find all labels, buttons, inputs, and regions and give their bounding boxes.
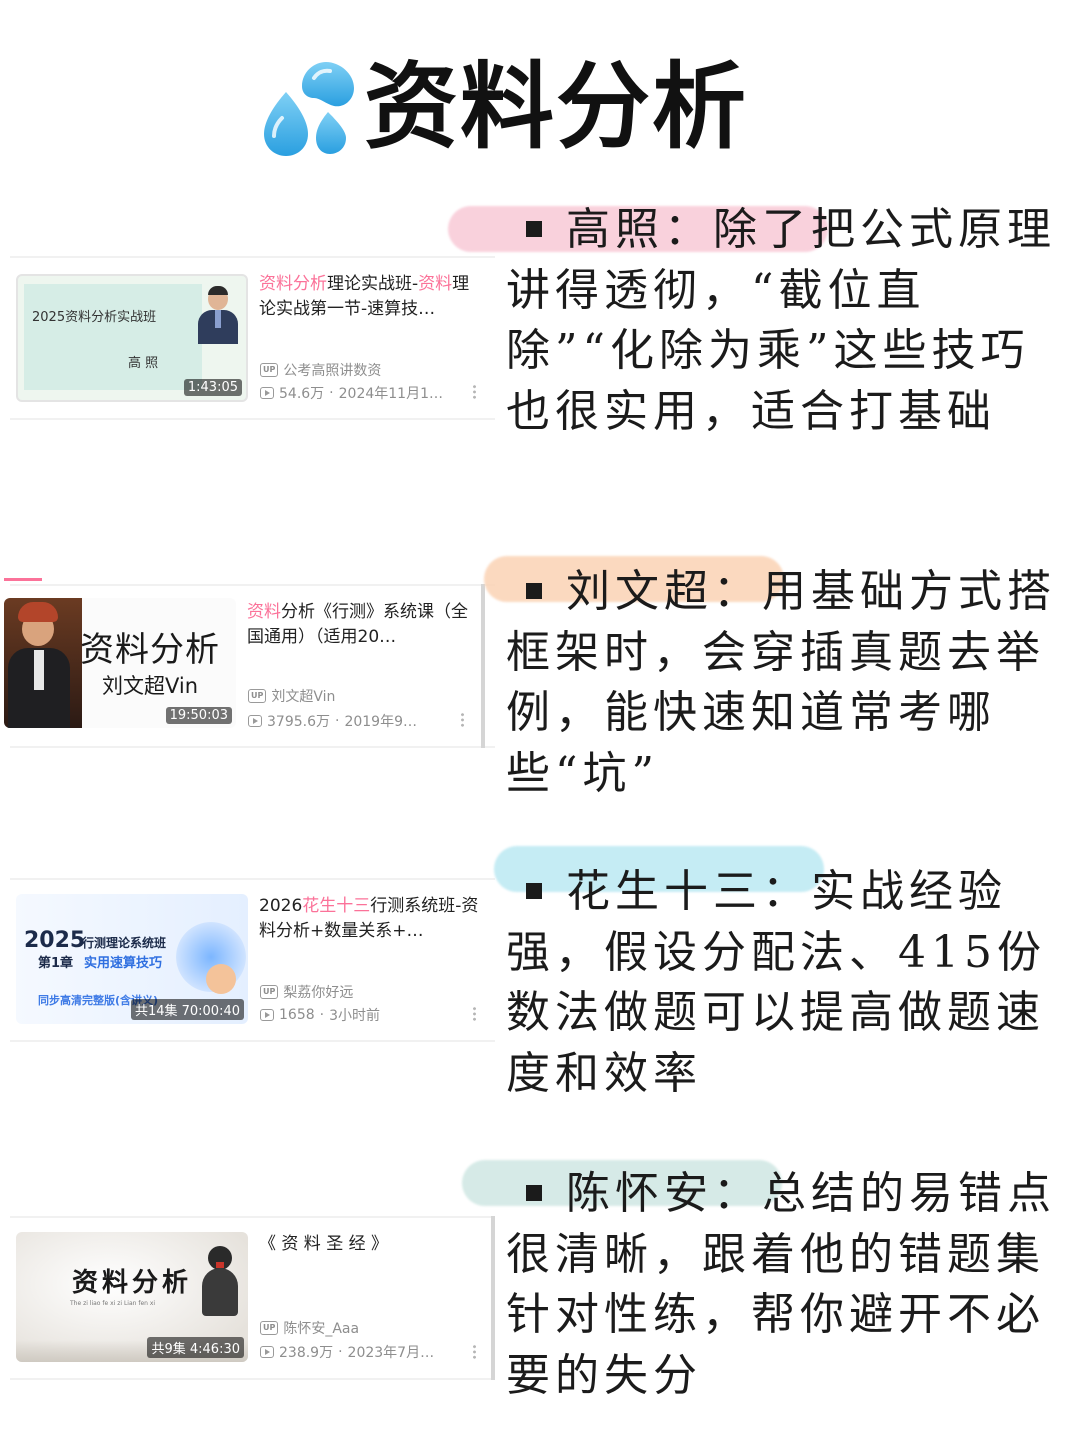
video-thumbnail[interactable]: 资料分析 刘文超Vin 19:50:03: [4, 598, 236, 728]
uploader-name: 梨荔你好远: [283, 985, 354, 1001]
video-thumbnail[interactable]: 2025资料分析实战班 高 照 1:43:05: [16, 274, 248, 402]
video-duration: 共9集 4:46:30: [147, 1337, 244, 1358]
page-title: 资料分析: [364, 53, 749, 162]
video-duration: 1:43:05: [183, 379, 242, 396]
review-text: 刘文超：用基础方式搭框架时，会穿插真题去举例，能快速知道常考哪些“坑”: [506, 566, 1056, 799]
play-count-icon: [260, 1346, 274, 1358]
presenter-avatar: [198, 286, 238, 344]
stats-row: 54.6万 · 2024年11月1…: [260, 383, 443, 403]
thumbnail-title: 2025资料分析实战班: [32, 310, 157, 325]
stats-row: 1658 · 3小时前: [260, 1005, 380, 1025]
publish-date: 3小时前: [329, 1008, 381, 1024]
uploader-name: 陈怀安_Aaa: [283, 1321, 360, 1337]
up-icon: UP: [248, 689, 267, 703]
video-title[interactable]: 资料分析《行测》系统课（全国通用）（适用20…: [247, 600, 469, 650]
more-options-icon[interactable]: [473, 384, 476, 400]
uploader-row[interactable]: UP 公考高照讲数资: [260, 360, 381, 380]
more-options-icon[interactable]: [473, 1344, 476, 1360]
thumbnail-chapter: 第1章: [38, 956, 74, 971]
thumbnail-caption: The zi liao fe xi zi Lian fen xi: [70, 1300, 156, 1307]
uploader-row[interactable]: UP 陈怀安_Aaa: [260, 1318, 359, 1338]
video-card[interactable]: 资料分析 The zi liao fe xi zi Lian fen xi 共9…: [0, 1216, 495, 1380]
publish-date: 2024年11月1…: [338, 386, 443, 402]
up-icon: UP: [260, 363, 279, 377]
publish-date: 2019年9…: [344, 714, 417, 730]
ink-figure-image: [200, 1246, 240, 1316]
video-title[interactable]: 2026花生十三行测系统班-资料分析+数量关系+…: [259, 894, 481, 944]
video-duration: 共14集 70:00:40: [130, 999, 244, 1020]
video-card[interactable]: 资料分析 刘文超Vin 19:50:03 资料分析《行测》系统课（全国通用）（适…: [0, 584, 495, 748]
stats-row: 3795.6万 · 2019年9…: [248, 711, 417, 731]
up-icon: UP: [260, 1321, 279, 1335]
thumbnail-topic: 实用速算技巧: [84, 956, 163, 971]
uploader-name: 刘文超Vin: [271, 689, 336, 705]
view-count: 1658: [279, 1007, 315, 1023]
card-divider: [481, 584, 485, 748]
presenter-figure: [4, 598, 82, 728]
thumbnail-year: 2025: [24, 928, 86, 953]
bullet-square: [526, 220, 542, 237]
thumbnail-subtitle: 高 照: [128, 356, 159, 371]
bullet-square: [526, 1184, 542, 1201]
page-header: 资料分析: [0, 40, 1080, 170]
up-icon: UP: [260, 985, 279, 999]
thumbnail-course: 行测理论系统班: [82, 936, 167, 950]
mascot-image: [206, 964, 236, 994]
view-count: 238.9万: [279, 1345, 334, 1361]
publish-date: 2023年7月…: [347, 1345, 435, 1361]
view-count: 54.6万: [279, 386, 325, 402]
review-text: 花生十三：实战经验强，假设分配法、415份数法做题可以提高做题速度和效率: [506, 866, 1046, 1099]
video-duration: 19:50:03: [165, 707, 232, 724]
video-thumbnail[interactable]: 资料分析 The zi liao fe xi zi Lian fen xi 共9…: [16, 1232, 248, 1362]
view-count: 3795.6万: [267, 714, 330, 730]
more-options-icon[interactable]: [473, 1006, 476, 1022]
thumbnail-subtitle: 刘文超Vin: [102, 674, 199, 698]
stats-row: 238.9万 · 2023年7月…: [260, 1342, 434, 1362]
water-drops-icon: [264, 62, 354, 156]
video-card[interactable]: 2025资料分析实战班 高 照 1:43:05 资料分析理论实战班-资料理论实战…: [0, 256, 495, 420]
video-title[interactable]: 《 资 料 圣 经 》: [259, 1232, 481, 1258]
video-thumbnail[interactable]: 2025 行测理论系统班 第1章 实用速算技巧 同步高清完整版(含讲义) 共14…: [16, 894, 248, 1024]
bullet-square: [526, 582, 542, 599]
play-count-icon: [260, 1009, 274, 1021]
uploader-row[interactable]: UP 刘文超Vin: [248, 686, 335, 706]
uploader-row[interactable]: UP 梨荔你好远: [260, 982, 353, 1002]
more-options-icon[interactable]: [461, 712, 464, 728]
play-count-icon: [260, 387, 274, 399]
video-title[interactable]: 资料分析理论实战班-资料理论实战第一节-速算技…: [259, 272, 481, 322]
thumbnail-title: 资料分析: [80, 630, 220, 670]
review-text: 高照：除了把公式原理讲得透彻，“截位直除”“化除为乘”这些技巧也很实用，适合打基…: [506, 204, 1056, 437]
video-card[interactable]: 2025 行测理论系统班 第1章 实用速算技巧 同步高清完整版(含讲义) 共14…: [0, 878, 495, 1042]
review-text: 陈怀安：总结的易错点很清晰，跟着他的错题集针对性练，帮你避开不必要的失分: [506, 1168, 1056, 1401]
card-divider: [491, 1216, 495, 1380]
uploader-name: 公考高照讲数资: [283, 363, 382, 379]
bullet-square: [526, 882, 542, 899]
thumbnail-title: 资料分析: [72, 1268, 193, 1298]
play-count-icon: [248, 715, 262, 727]
